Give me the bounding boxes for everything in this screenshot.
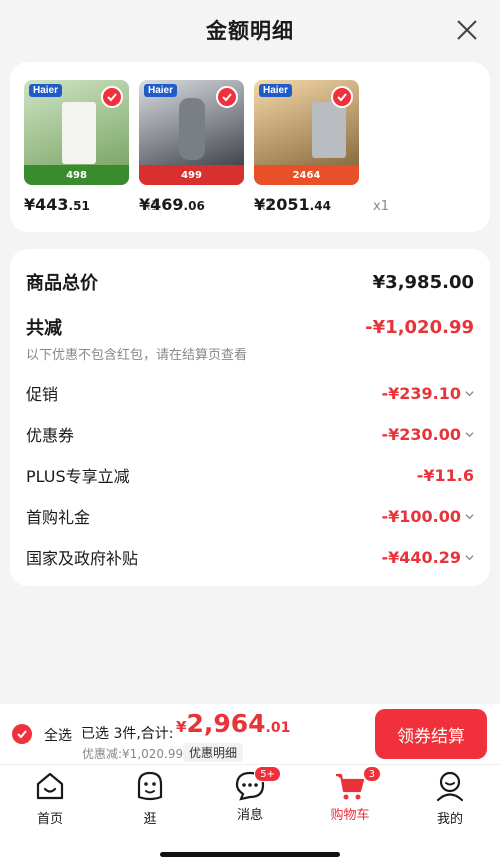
profile-icon <box>436 771 464 802</box>
message-icon: 5+ <box>233 766 281 803</box>
price-tag: 2464 <box>254 165 359 185</box>
price-tag: 498 <box>24 165 129 185</box>
chevron-down-icon <box>465 390 474 396</box>
close-icon[interactable] <box>454 17 480 43</box>
product-item[interactable]: Haier 498 ¥443.51 x1 <box>24 80 159 214</box>
product-price: ¥2051.44 <box>254 195 331 214</box>
tab-label: 消息 <box>236 808 263 823</box>
brand-logo: Haier <box>144 84 178 97</box>
header: 金额明细 <box>0 0 500 60</box>
total-label: 商品总价 <box>26 273 98 294</box>
discount-row-coupon[interactable]: 优惠券 -¥230.00 <box>26 422 474 446</box>
discount-label: 促销 <box>26 385 59 404</box>
brand-logo: Haier <box>29 84 63 97</box>
product-item[interactable]: Haier 2464 ¥2051.44 x1 <box>254 80 389 214</box>
discount-value: -¥100.00 <box>381 507 474 526</box>
cart-badge: 3 <box>362 766 381 782</box>
product-image[interactable]: Haier 498 <box>24 80 129 185</box>
discount-value: -¥440.29 <box>381 548 474 567</box>
select-all-label[interactable]: 全选 <box>44 725 72 745</box>
browse-icon <box>137 771 163 801</box>
discount-note: 以下优惠不包含红包，请在结算页查看 <box>26 348 248 363</box>
discount-detail-link[interactable]: 优惠明细 <box>183 743 244 762</box>
home-indicator <box>160 852 340 857</box>
selected-info: 已选 3件,合计: <box>81 726 174 742</box>
selected-check-icon[interactable] <box>331 86 353 108</box>
cart-icon: 3 <box>333 766 381 803</box>
product-list: Haier 498 ¥443.51 x1 Haier 499 ¥469.06 x… <box>10 62 490 232</box>
chevron-down-icon <box>465 431 474 437</box>
total-value: ¥3,985.00 <box>372 271 474 293</box>
chevron-down-icon <box>465 554 474 560</box>
home-icon <box>36 772 64 800</box>
reduce-value: -¥1,020.99 <box>365 316 474 338</box>
total-row: 商品总价 ¥3,985.00 <box>26 269 474 295</box>
discount-row-plus: PLUS专享立减 -¥11.6 <box>26 463 474 487</box>
discount-row-subsidy[interactable]: 国家及政府补贴 -¥440.29 <box>26 545 474 569</box>
price-tag: 499 <box>139 165 244 185</box>
product-item[interactable]: Haier 499 ¥469.06 x1 <box>139 80 274 214</box>
page-title: 金额明细 <box>206 19 294 43</box>
tab-label: 购物车 <box>330 808 370 823</box>
product-price: ¥469.06 <box>139 195 205 214</box>
discount-row-first-purchase[interactable]: 首购礼金 -¥100.00 <box>26 504 474 528</box>
chevron-down-icon <box>465 513 474 519</box>
discount-label: PLUS专享立减 <box>26 467 130 486</box>
selected-check-icon[interactable] <box>216 86 238 108</box>
discount-summary: 优惠减:¥1,020.99 <box>82 747 184 761</box>
product-image[interactable]: Haier 499 <box>139 80 244 185</box>
tab-cart[interactable]: 3 购物车 <box>310 766 390 823</box>
discount-value: -¥230.00 <box>381 425 474 444</box>
tab-label: 逛 <box>143 812 157 827</box>
selected-check-icon[interactable] <box>101 86 123 108</box>
tab-profile[interactable]: 我的 <box>410 769 490 827</box>
discount-label: 国家及政府补贴 <box>26 549 139 568</box>
tab-label: 我的 <box>436 812 463 827</box>
reduce-row: 共减 -¥1,020.99 <box>26 314 474 340</box>
select-all-checkbox[interactable] <box>12 724 32 744</box>
message-badge: 5+ <box>254 766 281 782</box>
discount-row-promotion[interactable]: 促销 -¥239.10 <box>26 381 474 405</box>
product-quantity: x1 <box>373 199 389 214</box>
product-price: ¥443.51 <box>24 195 90 214</box>
discount-value: -¥11.6 <box>416 465 474 485</box>
checkout-bar: 全选 已选 3件,合计: ¥2,964.01 优惠减:¥1,020.99 优惠明… <box>0 704 500 764</box>
tab-label: 首页 <box>36 812 63 827</box>
tab-home[interactable]: 首页 <box>10 769 90 827</box>
tab-messages[interactable]: 5+ 消息 <box>210 766 290 823</box>
checkout-button[interactable]: 领券结算 <box>375 709 487 759</box>
tab-browse[interactable]: 逛 <box>110 769 190 827</box>
discount-label: 优惠券 <box>26 426 75 445</box>
product-image[interactable]: Haier 2464 <box>254 80 359 185</box>
discount-value: -¥239.10 <box>381 384 474 403</box>
brand-logo: Haier <box>259 84 293 97</box>
price-details: 商品总价 ¥3,985.00 共减 -¥1,020.99 以下优惠不包含红包，请… <box>10 249 490 586</box>
reduce-label: 共减 <box>26 318 62 339</box>
discount-label: 首购礼金 <box>26 508 91 527</box>
total-price: ¥2,964.01 <box>176 709 291 738</box>
